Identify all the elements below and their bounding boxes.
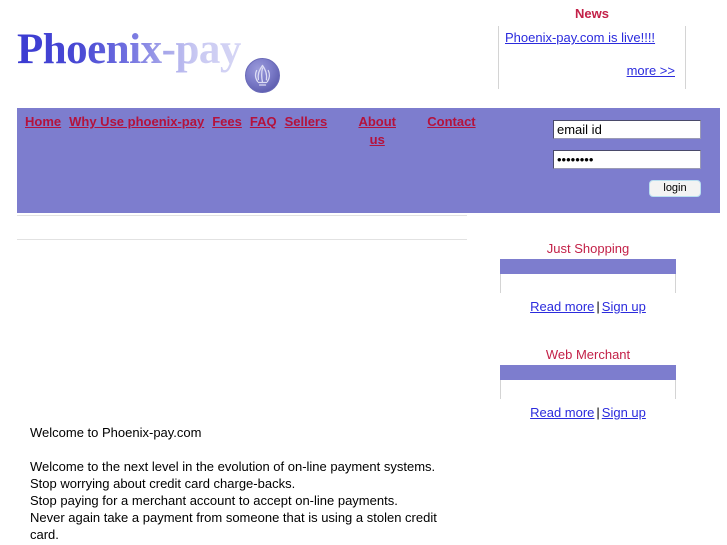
promo-box-web-merchant: Web Merchant Read more | Sign up: [498, 347, 678, 421]
body-line: Stop worrying about credit card charge-b…: [30, 476, 296, 491]
promo-title: Just Shopping: [546, 241, 630, 256]
logo-wordmark: Phoenix-pay: [17, 24, 241, 76]
body-line: Welcome to the next level in the evoluti…: [30, 459, 436, 474]
news-headline-link[interactable]: Phoenix-pay.com is live!!!!: [505, 29, 655, 46]
promo-sign-up-link[interactable]: Sign up: [602, 405, 646, 420]
news-title: News: [575, 6, 609, 21]
promo-content-well: [500, 380, 676, 399]
site-logo[interactable]: Phoenix-pay: [17, 24, 317, 94]
nav-item-home[interactable]: Home: [25, 113, 61, 131]
main-content: Welcome to Phoenix-pay.com Welcome to th…: [30, 424, 450, 543]
news-more-row: more >>: [505, 62, 679, 79]
welcome-heading: Welcome to Phoenix-pay.com: [30, 425, 202, 440]
nav-item-about-us[interactable]: About us: [353, 113, 401, 149]
login-button[interactable]: login: [649, 180, 701, 197]
login-form: login: [553, 120, 705, 197]
news-more-link[interactable]: more >>: [627, 62, 675, 79]
news-panel: News Phoenix-pay.com is live!!!! more >>: [498, 6, 686, 98]
phoenix-flame-emblem-icon: [244, 57, 281, 94]
promo-links: Read more | Sign up: [498, 399, 678, 421]
password-input[interactable]: [553, 150, 701, 169]
promo-title: Web Merchant: [545, 347, 631, 362]
promo-banner-bar: [500, 365, 676, 380]
nav-item-contact[interactable]: Contact: [427, 113, 475, 131]
email-input[interactable]: [553, 120, 701, 139]
content-divider-top: [17, 215, 467, 216]
nav-item-sellers[interactable]: Sellers: [285, 113, 328, 131]
nav-item-faq[interactable]: FAQ: [250, 113, 277, 131]
promo-sign-up-link[interactable]: Sign up: [602, 299, 646, 314]
news-body: Phoenix-pay.com is live!!!! more >>: [498, 26, 686, 89]
nav-link-list: Home Why Use phoenix-pay Fees FAQ Seller…: [25, 113, 495, 149]
content-divider-bottom: [17, 239, 467, 240]
body-line: Stop paying for a merchant account to ac…: [30, 493, 398, 508]
promo-read-more-link[interactable]: Read more: [530, 299, 594, 314]
promo-separator: |: [596, 299, 600, 314]
nav-item-fees[interactable]: Fees: [212, 113, 242, 131]
body-line: Never again take a payment from someone …: [30, 510, 437, 525]
nav-item-why-use-phoenix-pay[interactable]: Why Use phoenix-pay: [69, 113, 204, 131]
promo-read-more-link[interactable]: Read more: [530, 405, 594, 420]
promo-separator: |: [596, 405, 600, 420]
promo-banner-bar: [500, 259, 676, 274]
promo-box-just-shopping: Just Shopping Read more | Sign up: [498, 241, 678, 315]
promo-content-well: [500, 274, 676, 293]
body-line: card.: [30, 527, 59, 542]
promo-links: Read more | Sign up: [498, 293, 678, 315]
